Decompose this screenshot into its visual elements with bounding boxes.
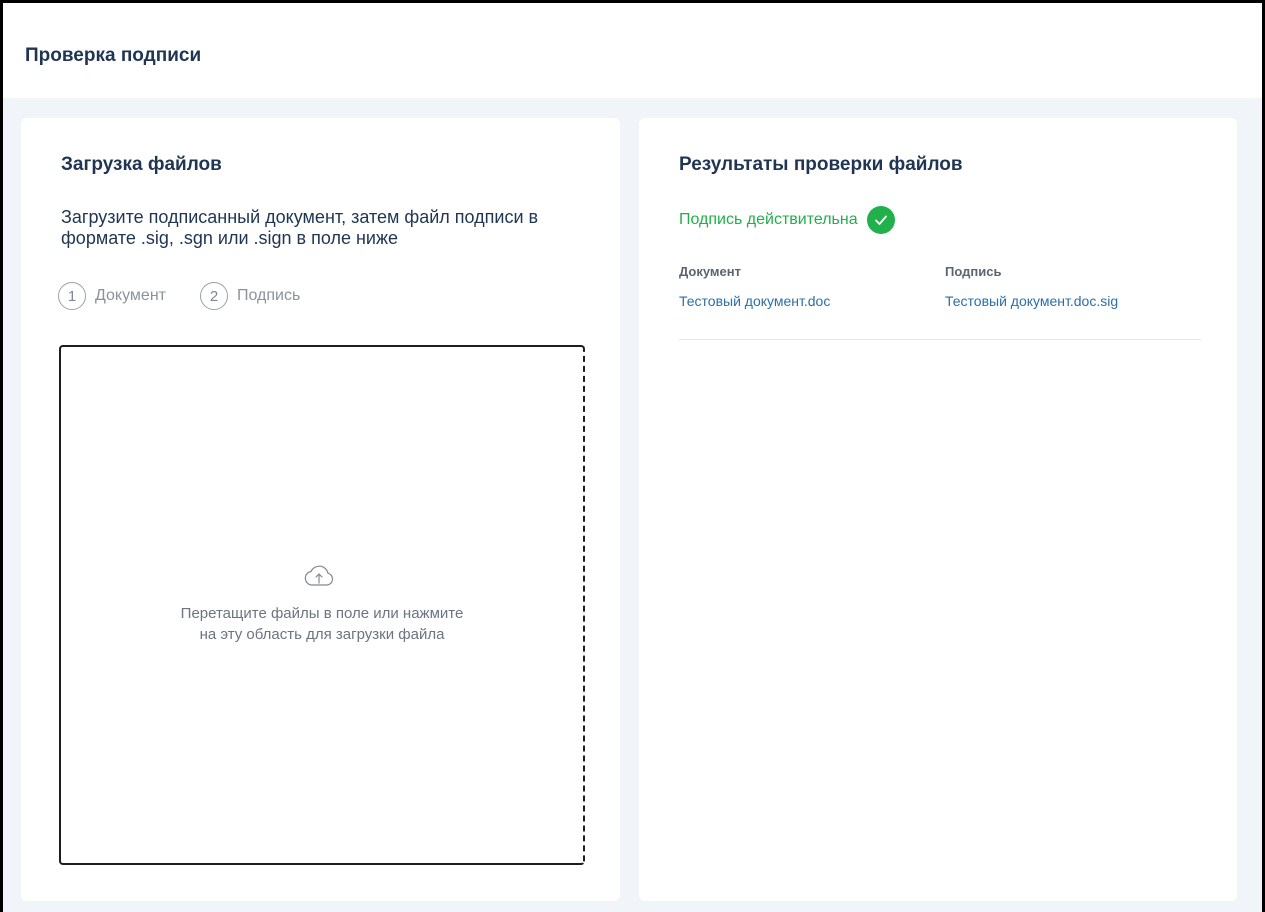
step-number: 1 (58, 282, 86, 310)
verification-status: Подпись действительна (679, 205, 895, 235)
upload-card: Загрузка файлов Загрузите подписанный до… (21, 118, 620, 901)
cloud-upload-icon (303, 562, 335, 588)
results-title: Результаты проверки файлов (679, 154, 963, 175)
upload-description: Загрузите подписанный документ, затем фа… (61, 207, 539, 248)
dropzone-line-2: на эту область для загрузки файла (199, 626, 445, 643)
step-signature: 2 Подпись (199, 282, 301, 310)
page-header: Проверка подписи (3, 3, 1262, 98)
document-header: Документ (679, 264, 741, 279)
app-frame: Проверка подписи Загрузка файлов Загрузи… (0, 0, 1265, 912)
signature-column: Подпись Тестовый документ.doc.sig (945, 264, 1118, 309)
upload-steps: 1 Документ 2 Подпись (58, 281, 334, 311)
signature-file-link[interactable]: Тестовый документ.doc.sig (945, 293, 1118, 309)
check-circle-icon (866, 206, 895, 234)
step-document: 1 Документ (58, 282, 166, 310)
step-number: 2 (199, 282, 228, 310)
status-text: Подпись действительна (679, 211, 858, 228)
dropzone-text: Перетащите файлы в поле или нажмите на э… (61, 603, 583, 645)
signature-header: Подпись (945, 264, 1002, 279)
step-label: Документ (95, 287, 166, 304)
page-title: Проверка подписи (25, 45, 202, 66)
document-file-link[interactable]: Тестовый документ.doc (679, 293, 830, 309)
file-dropzone[interactable]: Перетащите файлы в поле или нажмите на э… (59, 345, 585, 865)
dropzone-line-1: Перетащите файлы в поле или нажмите (180, 605, 464, 622)
document-column: Документ Тестовый документ.doc (679, 264, 830, 309)
step-label: Подпись (236, 287, 301, 304)
results-card: Результаты проверки файлов Подпись дейст… (639, 118, 1237, 901)
upload-title: Загрузка файлов (61, 154, 222, 175)
divider (679, 339, 1201, 340)
